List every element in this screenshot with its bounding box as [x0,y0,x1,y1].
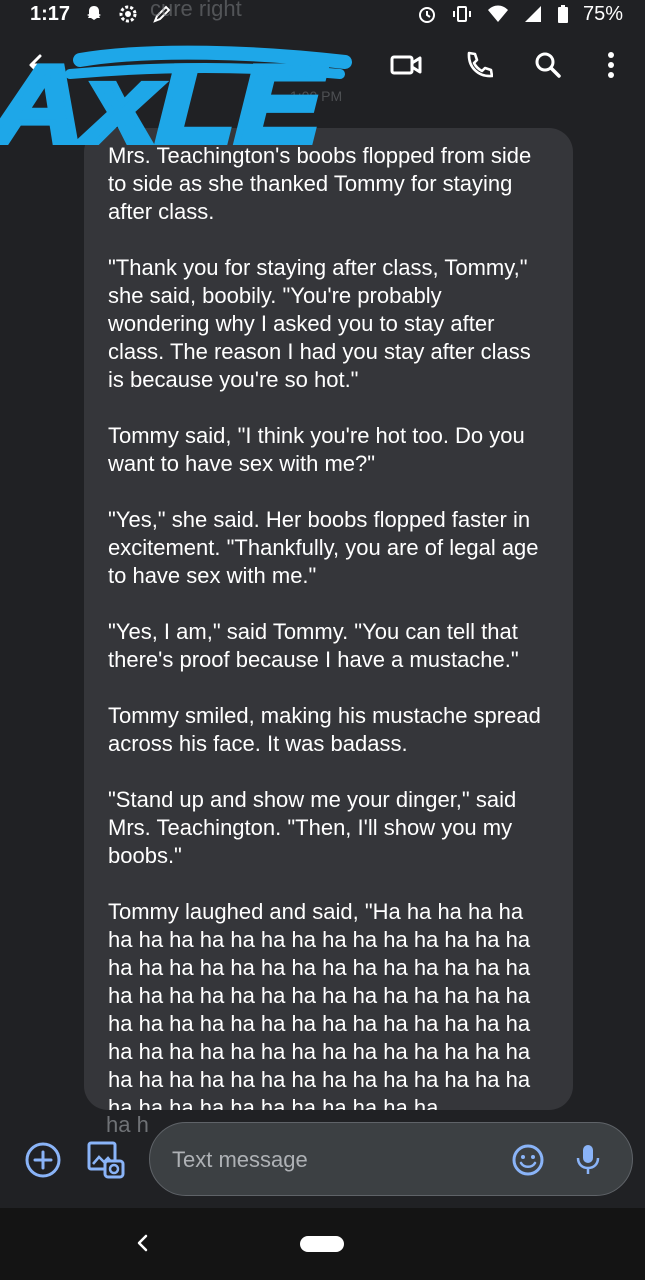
add-attachment-button[interactable] [23,1140,63,1180]
image-gallery-icon [87,1141,125,1179]
emoji-icon [512,1144,544,1176]
battery-icon [557,5,568,23]
compose-bar: Text message [0,1120,645,1208]
voice-input-button[interactable] [568,1140,608,1180]
vibrate-icon [452,6,471,22]
message-input[interactable]: Text message [149,1122,633,1196]
message-paragraph: Tommy smiled, making his mustache spread… [108,703,547,756]
search-button[interactable] [531,48,565,82]
snapchat-icon [87,6,102,20]
status-time: 1:17 [30,2,71,25]
more-options-button[interactable] [594,48,628,82]
message-input-placeholder: Text message [172,1147,308,1172]
status-right: 75% [417,3,623,26]
battery-percent: 75% [582,2,623,25]
more-vert-icon [608,52,614,78]
status-bar: 1:17 75% [0,0,645,28]
message-paragraph: "Thank you for staying after class, Tomm… [108,255,537,392]
add-circle-icon [25,1142,61,1178]
message-paragraph: Tommy laughed and said, "Ha ha ha ha ha … [108,899,537,1110]
microphone-icon [576,1145,600,1174]
video-call-button[interactable] [389,48,423,82]
nav-home-pill[interactable] [300,1236,344,1252]
phone-call-button[interactable] [461,48,495,82]
message-paragraph: Tommy said, "I think you're hot too. Do … [108,423,531,476]
search-icon [535,52,561,78]
wifi-icon [487,5,508,22]
gallery-button[interactable] [86,1140,126,1180]
contact-name-scribble: AxLE [0,40,352,169]
contact-name-ghost: cure right [150,0,242,21]
signal-icon [524,6,541,22]
nav-back-icon[interactable] [132,1232,154,1254]
message-paragraph: "Yes, I am," said Tommy. "You can tell t… [108,619,524,672]
settings-icon [119,5,137,23]
message-paragraph: "Stand up and show me your dinger," said… [108,787,523,868]
video-camera-icon [390,55,422,75]
message-bubble[interactable]: Mrs. Teachington's boobs flopped from si… [84,128,573,1110]
alarm-icon [418,7,435,23]
emoji-button[interactable] [508,1140,548,1180]
message-paragraph: "Yes," she said. Her boobs flopped faste… [108,507,545,588]
phone-icon [467,51,493,78]
